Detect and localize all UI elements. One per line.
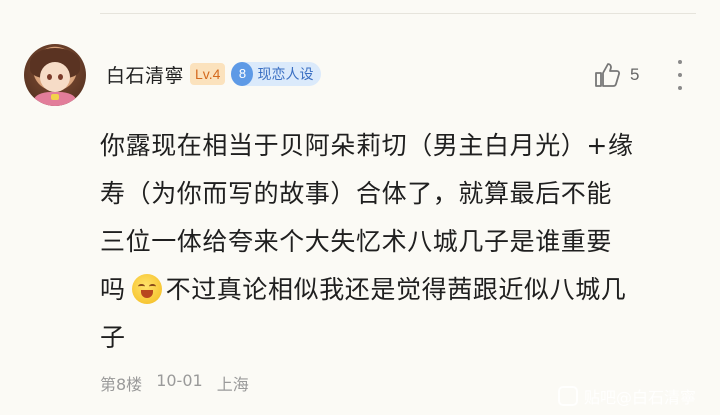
comment-line-rest: 不过真论相似我还是觉得茜跟近似八城几: [165, 275, 627, 304]
comment-line: 子: [100, 323, 126, 352]
comment-location: 上海: [216, 375, 249, 394]
thumbs-up-icon: [595, 63, 621, 87]
avatar-eye: [58, 74, 63, 80]
avatar[interactable]: [24, 44, 86, 106]
avatar-bow: [51, 94, 59, 100]
username[interactable]: 白石清寧: [106, 61, 184, 88]
watermark: 贴吧@白石清寧: [558, 384, 696, 408]
avatar-eye: [47, 74, 52, 80]
avatar-face: [40, 62, 70, 92]
more-vertical-icon[interactable]: [672, 60, 688, 90]
medal-label: 现恋人设: [257, 67, 314, 83]
grin-emoji-icon: [131, 274, 162, 304]
comment-line: 寿（为你而写的故事）合体了，就算最后不能: [100, 179, 613, 208]
comment-page: 白石清寧 Lv.4 8 现恋人设 5 你露现在相当于贝阿朵莉切（男主白月光）+缘…: [0, 0, 720, 415]
user-info-row: 白石清寧 Lv.4 8 现恋人设: [106, 60, 322, 88]
comment-line: 三位一体给夸来个大失忆术八城几子是谁重要: [100, 227, 613, 256]
comment-meta: 第8楼 10-01 上海: [100, 371, 249, 395]
like-count: 5: [630, 65, 640, 84]
comment-line: 吗 不过真论相似我还是觉得茜跟近似八城几: [100, 266, 700, 314]
comment-line-prefix: 吗: [100, 275, 126, 304]
watermark-icon: [558, 386, 578, 406]
medal-number: 8: [231, 62, 254, 86]
comment-text: 你露现在相当于贝阿朵莉切（男主白月光）+缘 寿（为你而写的故事）合体了，就算最后…: [100, 122, 700, 362]
watermark-text: 贴吧@白石清寧: [584, 388, 697, 407]
level-badge: Lv.4: [190, 63, 226, 85]
floor-number: 第8楼: [100, 375, 143, 394]
comment-line: 你露现在相当于贝阿朵莉切（男主白月光）+缘: [100, 131, 634, 160]
divider: [100, 13, 696, 14]
comment-date: 10-01: [156, 371, 203, 390]
medal-badge[interactable]: 8 现恋人设: [231, 62, 322, 86]
like-button[interactable]: 5: [592, 58, 639, 92]
